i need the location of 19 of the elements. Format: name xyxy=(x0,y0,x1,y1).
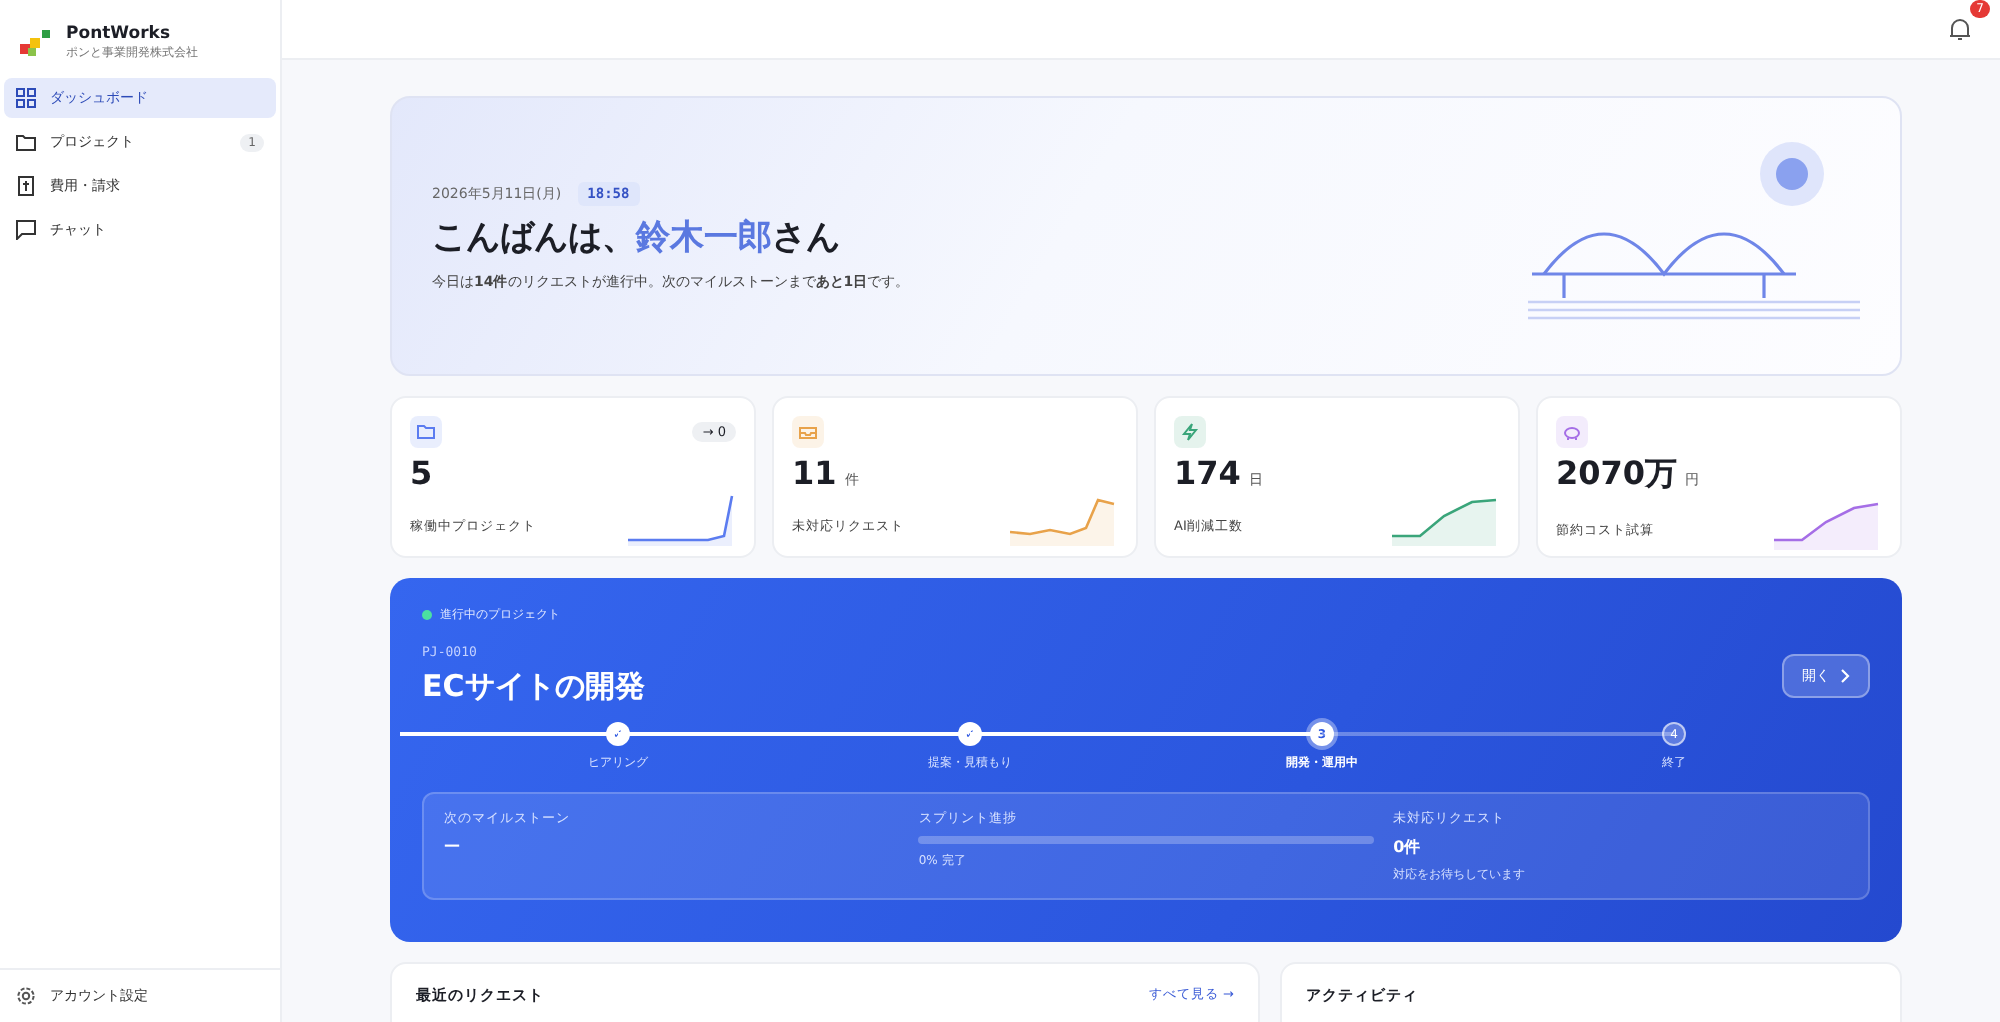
status-dot-icon xyxy=(422,610,432,620)
stat-value: 2070万 xyxy=(1556,454,1678,496)
greeting-heading: こんばんは、鈴木一郎さん xyxy=(432,215,842,259)
requests-value: 0件 xyxy=(1393,836,1421,858)
chevron-right-icon xyxy=(1840,667,1850,683)
brand-name: PontWorks xyxy=(66,24,173,44)
logo-icon xyxy=(20,29,52,57)
milestone-value: — xyxy=(444,836,460,854)
project-title: ECサイトの開発 xyxy=(422,668,645,706)
sparkline xyxy=(628,492,736,548)
settings-icon xyxy=(16,986,36,1006)
bell-icon[interactable] xyxy=(1948,17,1972,41)
stat-value: 174 xyxy=(1174,454,1241,492)
stat-value: 11 xyxy=(792,454,837,492)
chat-icon xyxy=(16,220,36,240)
grid-icon xyxy=(16,88,36,108)
folder-icon xyxy=(16,132,36,152)
stat-value: 5 xyxy=(410,454,433,492)
document-icon xyxy=(16,176,36,196)
